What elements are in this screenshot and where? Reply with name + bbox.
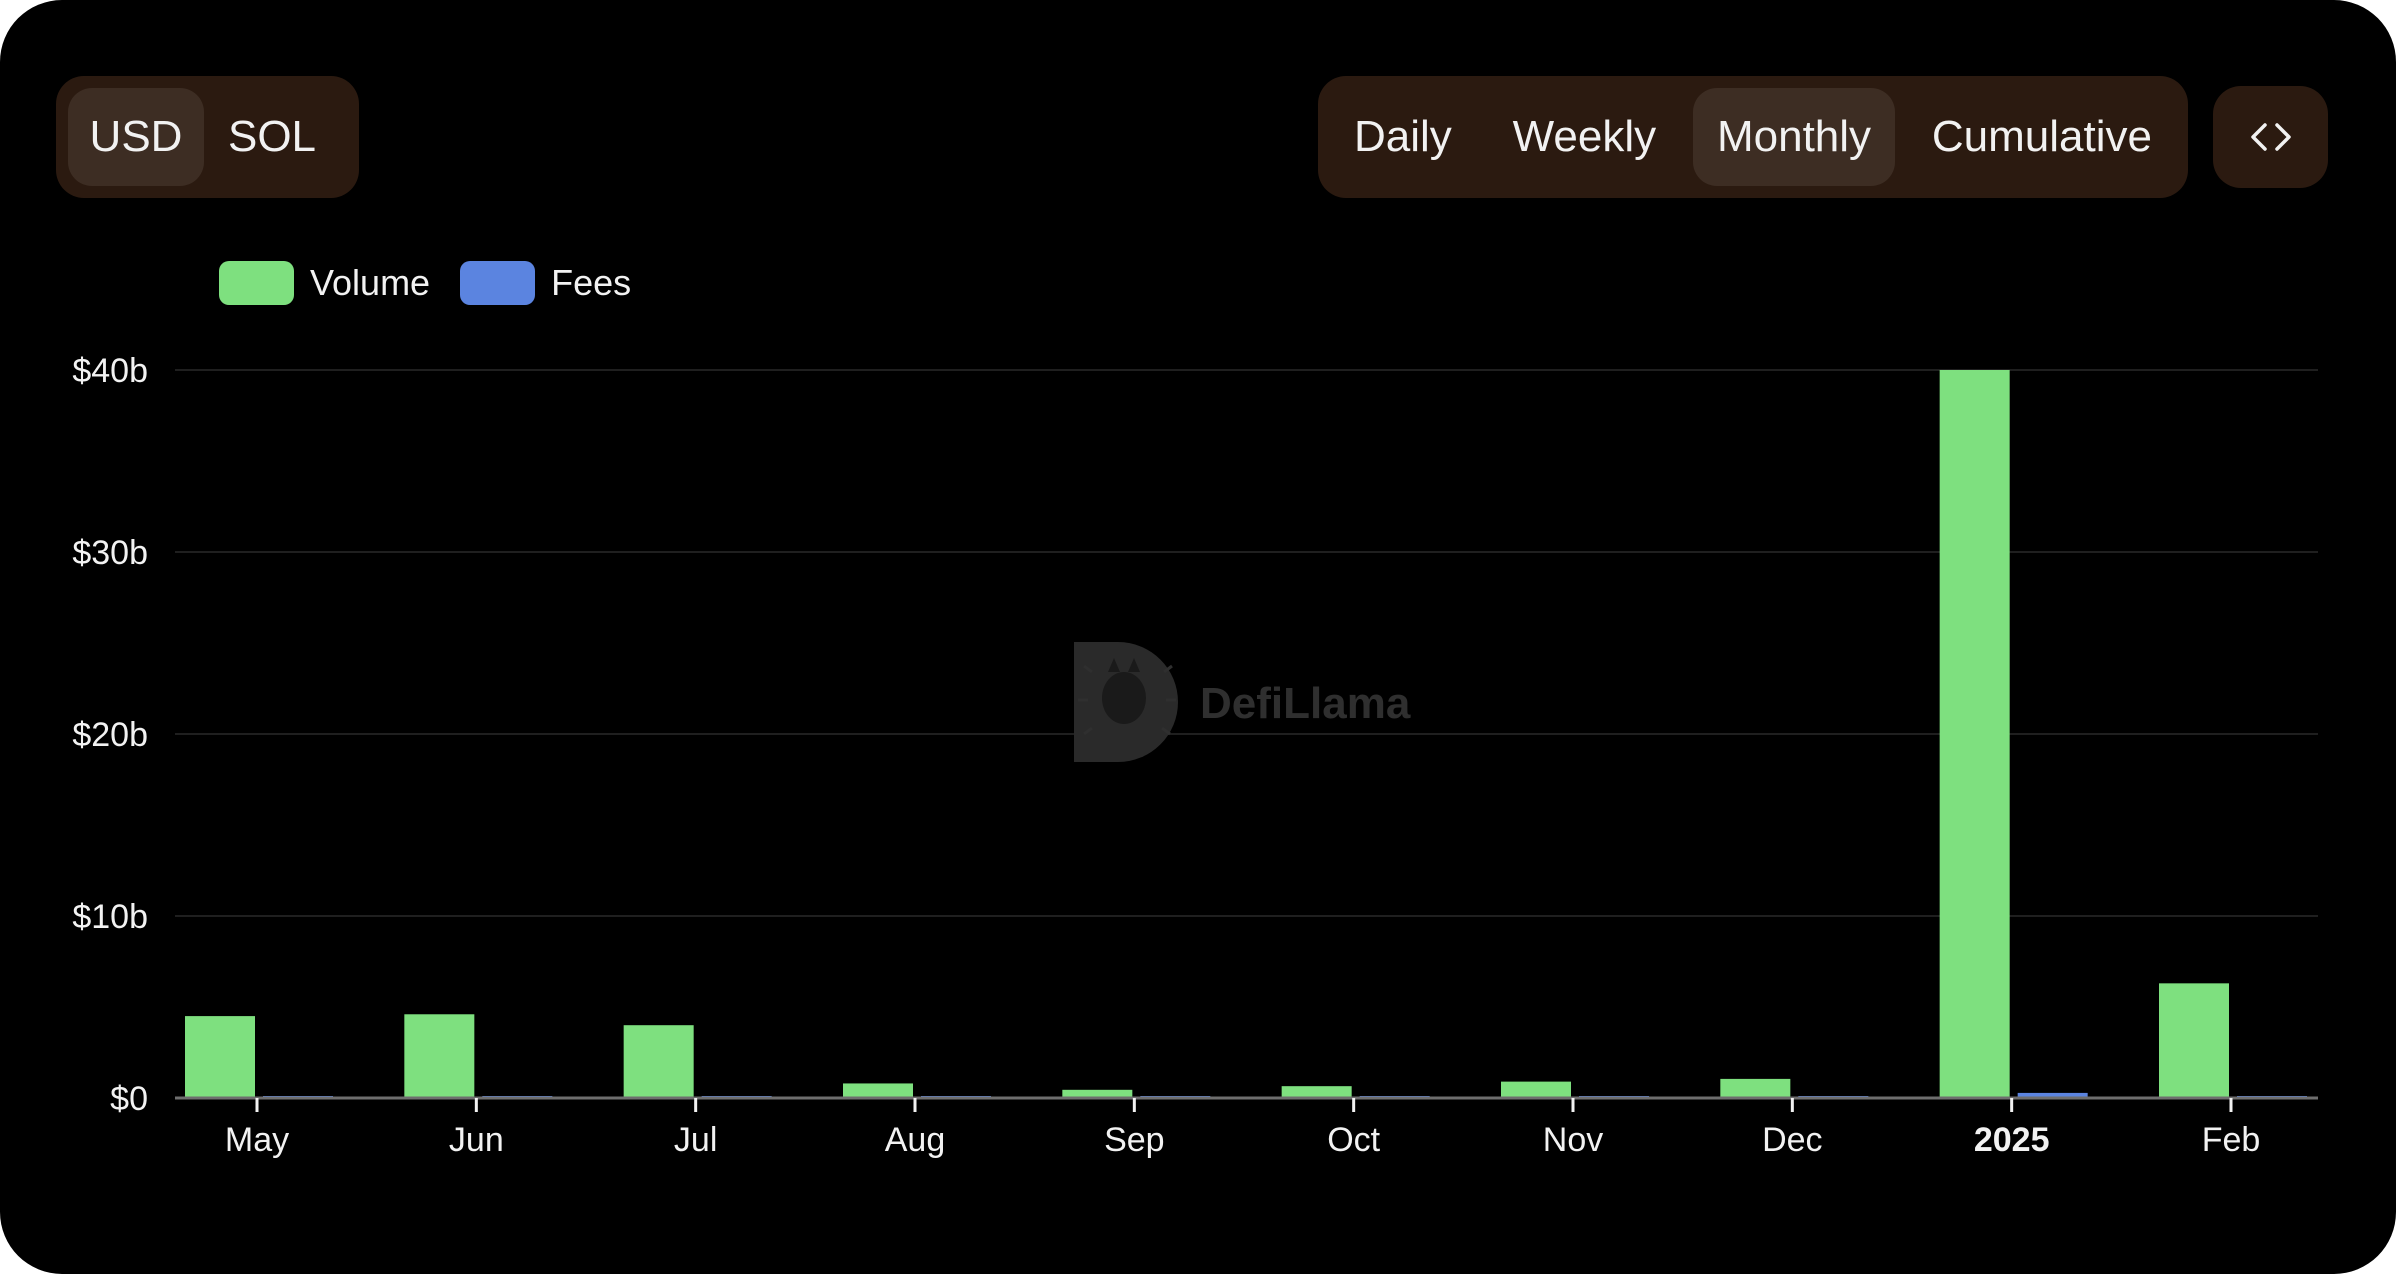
bar-volume-aug: [843, 1083, 913, 1098]
bar-volume-feb: [2159, 983, 2229, 1098]
bar-volume-nov: [1501, 1081, 1571, 1098]
defillama-watermark: DefiLlama: [1074, 642, 1411, 762]
x-tick-label: Oct: [1327, 1121, 1380, 1159]
x-tick-label: Dec: [1762, 1121, 1822, 1159]
y-tick-label: $30b: [72, 534, 148, 572]
volume-fees-chart: DefiLlama $0 $10b $20b $30b $40b May Jun Jul Aug…: [72, 352, 2318, 1159]
bar-volume-jun: [404, 1014, 475, 1098]
x-tick-label: 2025: [1974, 1121, 2050, 1159]
bar-volume-oct: [1281, 1086, 1352, 1098]
bar-volume-jul: [623, 1025, 694, 1098]
x-tick-label: May: [225, 1121, 289, 1159]
x-tick-label: Jun: [449, 1121, 504, 1159]
x-tick-label: Feb: [2202, 1121, 2261, 1159]
bar-volume-may: [185, 1016, 255, 1098]
bar-volume-dec: [1720, 1078, 1791, 1098]
x-tick-label: Jul: [674, 1121, 717, 1159]
y-tick-label: $20b: [72, 716, 148, 754]
y-tick-label: $40b: [72, 352, 148, 390]
bar-volume-2025: [1939, 370, 2010, 1098]
x-tick-label: Nov: [1543, 1121, 1603, 1159]
x-tick-label: Sep: [1104, 1121, 1165, 1159]
x-tick-label: Aug: [885, 1121, 946, 1159]
y-tick-label: $10b: [72, 898, 148, 936]
y-tick-label: $0: [110, 1080, 148, 1118]
watermark-text: DefiLlama: [1200, 679, 1411, 728]
chart-panel: USD SOL Daily Weekly Monthly Cumulative …: [0, 0, 2396, 1274]
defillama-logo-icon: [1074, 642, 1178, 762]
